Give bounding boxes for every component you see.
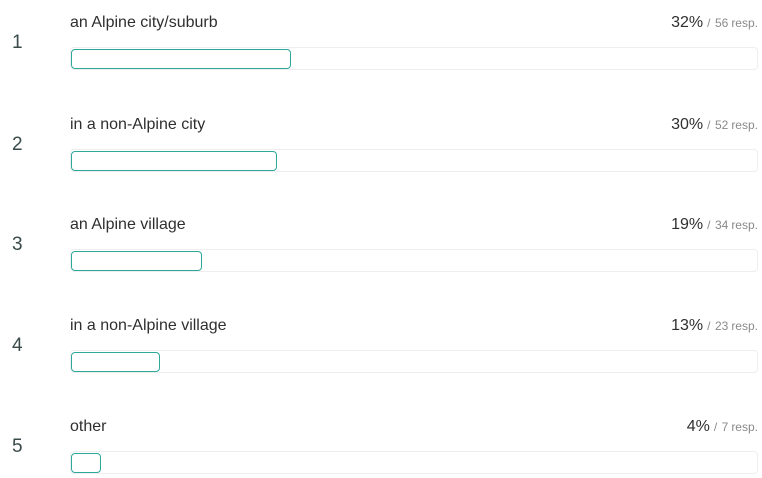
result-stat: 19%/ 34 resp.	[671, 216, 758, 234]
result-row: 1 an Alpine city/suburb 32%/ 56 resp.	[0, 4, 762, 74]
result-row: 4 in a non-Alpine village 13%/ 23 resp.	[0, 307, 762, 377]
separator: /	[707, 16, 711, 30]
option-label: in a non-Alpine city	[70, 116, 206, 133]
rank-number: 1	[12, 32, 23, 53]
response-unit: resp.	[731, 218, 758, 232]
option-label: an Alpine city/suburb	[70, 14, 218, 31]
result-stat: 13%/ 23 resp.	[671, 317, 758, 335]
response-unit: resp.	[731, 16, 758, 30]
response-count: 34	[714, 218, 729, 232]
progress-fill	[71, 49, 291, 69]
poll-results: 1 an Alpine city/suburb 32%/ 56 resp. 2 i…	[0, 0, 762, 474]
progress-track	[70, 249, 758, 272]
progress-track	[70, 149, 758, 172]
progress-track	[70, 451, 758, 474]
separator: /	[707, 218, 711, 232]
result-row: 3 an Alpine village 19%/ 34 resp.	[0, 206, 762, 276]
response-unit: resp.	[731, 319, 758, 333]
result-stat: 32%/ 56 resp.	[671, 14, 758, 32]
option-label: other	[70, 418, 107, 435]
response-unit: resp.	[731, 118, 758, 132]
percent-value: 4%	[686, 418, 710, 435]
option-label: an Alpine village	[70, 216, 186, 233]
rank-number: 3	[12, 234, 23, 255]
result-stat: 30%/ 52 resp.	[671, 116, 758, 134]
percent-value: 32%	[671, 14, 704, 31]
rank-number: 5	[12, 436, 23, 457]
result-stat: 4%/ 7 resp.	[687, 418, 758, 436]
rank-number: 2	[12, 134, 23, 155]
progress-fill	[71, 352, 160, 372]
response-unit: resp.	[731, 420, 758, 434]
option-label: in a non-Alpine village	[70, 317, 227, 334]
progress-fill	[71, 151, 277, 171]
progress-fill	[71, 453, 101, 473]
separator: /	[707, 319, 711, 333]
percent-value: 13%	[671, 317, 704, 334]
rank-number: 4	[12, 335, 23, 356]
separator: /	[707, 118, 711, 132]
progress-track	[70, 47, 758, 70]
response-count: 52	[714, 118, 729, 132]
separator: /	[713, 420, 718, 434]
progress-fill	[71, 251, 202, 271]
percent-value: 30%	[671, 116, 704, 133]
response-count: 7	[721, 420, 729, 434]
percent-value: 19%	[671, 216, 704, 233]
result-row: 5 other 4%/ 7 resp.	[0, 408, 762, 478]
response-count: 23	[714, 319, 729, 333]
result-row: 2 in a non-Alpine city 30%/ 52 resp.	[0, 106, 762, 176]
progress-track	[70, 350, 758, 373]
response-count: 56	[714, 16, 729, 30]
